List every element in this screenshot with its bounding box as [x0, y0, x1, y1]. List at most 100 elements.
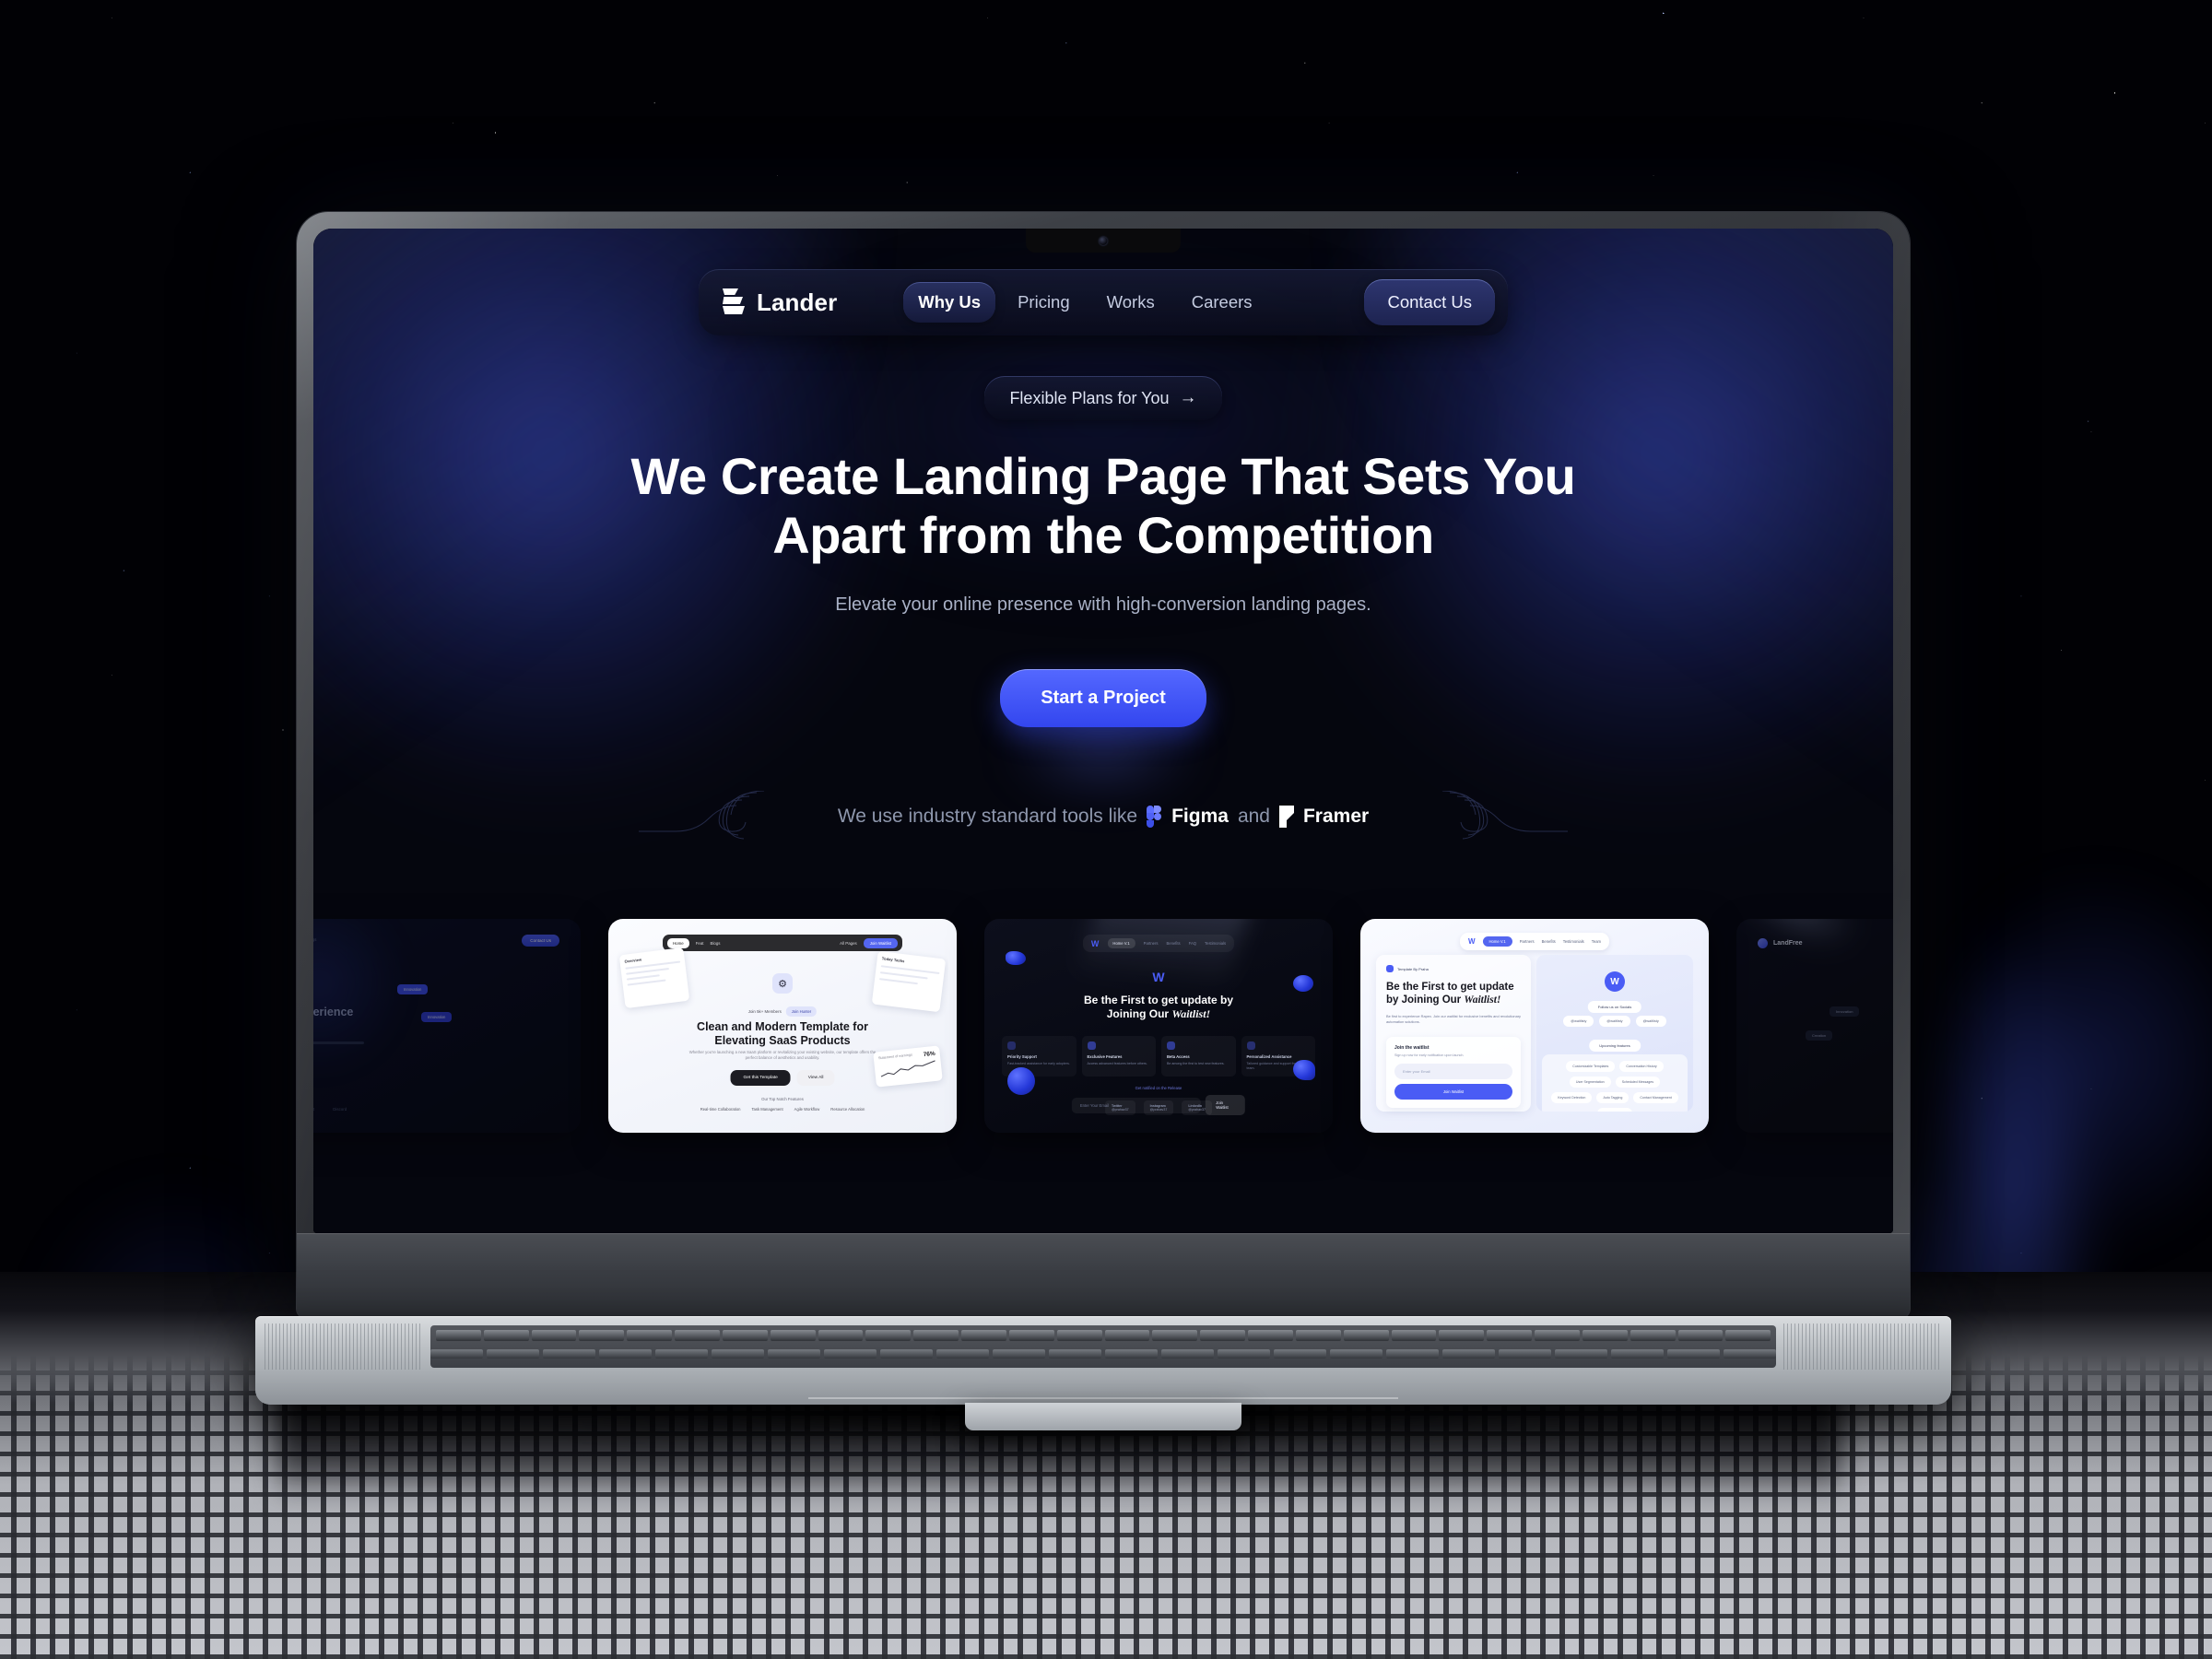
c4-socials: @waitlisty @waitlisty @waitlisty	[1544, 1016, 1686, 1027]
keyboard-row-2[interactable]	[430, 1349, 1776, 1370]
c4-join-button[interactable]: Join Waitlist	[1394, 1083, 1512, 1100]
c2-nav-1[interactable]: Blogs	[711, 941, 721, 946]
showcase-carousel[interactable]: Projects Careers Blogs Contact Us Digita…	[313, 874, 1893, 1178]
c3-headline: Be the First to get update by Joining Ou…	[993, 994, 1324, 1020]
c4-nav-2[interactable]: Testimonials	[1563, 939, 1584, 944]
c3-blob-4	[1293, 1060, 1315, 1080]
c3-social-0[interactable]: Twitter @prahav37	[1105, 1100, 1135, 1115]
c3-nav-0[interactable]: Partners	[1144, 941, 1159, 946]
site-navbar: Lander Why Us Pricing Works Careers Cont…	[699, 269, 1508, 335]
c3-headline-1: Be the First to get update by	[1083, 994, 1233, 1006]
c4-logo-icon: W	[1467, 937, 1476, 946]
laptop-lid: Lander Why Us Pricing Works Careers Cont…	[297, 212, 1910, 1318]
c4-headline: Be the First to get update by Joining Ou…	[1386, 981, 1521, 1006]
c3-nav-1[interactable]: Benefits	[1166, 941, 1180, 946]
c2-feature-0: Real-time Collaboration	[700, 1107, 741, 1112]
c3-feature-desc-1: Access advanced features before others.	[1087, 1062, 1147, 1065]
c4-social-2[interactable]: @waitlisty	[1635, 1016, 1666, 1027]
c4-email-input[interactable]: Enter your Email	[1394, 1063, 1512, 1079]
c3-feature-desc-0: Fast-tracked assistance for early adopte…	[1007, 1062, 1070, 1065]
trackpad-seam[interactable]	[808, 1397, 1398, 1399]
c1-headline-1: Digital Experience	[313, 1006, 354, 1018]
start-a-project-button[interactable]: Start a Project	[1000, 668, 1206, 727]
tools-strip: We use industry standard tools like Figm…	[313, 791, 1893, 842]
c3-blob-1	[1006, 951, 1026, 965]
c4-feature-7: API Integration	[1597, 1108, 1632, 1112]
c3-social-1[interactable]: Instagram @prahav37	[1143, 1100, 1174, 1115]
c1-nav-2[interactable]: Blogs	[313, 937, 316, 942]
showcase-card-saas-template[interactable]: Home Feat Blogs All Pages Join Waitlist …	[608, 919, 957, 1133]
c2-stat-label: Statement of earnings	[877, 1053, 913, 1061]
c4-feature-6: Contact Management	[1633, 1092, 1678, 1103]
nav-item-works[interactable]: Works	[1092, 282, 1170, 323]
brand-logo[interactable]: Lander	[723, 288, 837, 317]
c2-get-template-button[interactable]: Get this Template	[730, 1070, 791, 1086]
c4-social-1[interactable]: @waitlisty	[1599, 1016, 1630, 1027]
c2-nav-0[interactable]: Feat	[696, 941, 704, 946]
webcam-icon	[1099, 237, 1108, 245]
c2-nav-cta[interactable]: Join Waitlist	[863, 937, 898, 948]
screen-notch	[1026, 229, 1181, 253]
framer-icon	[1278, 806, 1294, 828]
c4-features-label: Upcoming features	[1589, 1040, 1641, 1052]
laptop-device: Lander Why Us Pricing Works Careers Cont…	[255, 212, 1951, 1430]
contact-us-button[interactable]: Contact Us	[1364, 279, 1495, 325]
laptop-chin	[297, 1233, 1910, 1318]
website-viewport: Lander Why Us Pricing Works Careers Cont…	[313, 229, 1893, 1233]
c2-buttons: Get this Template View All	[730, 1070, 835, 1086]
card-inner: Projects Careers Blogs Contact Us Digita…	[313, 927, 572, 1124]
showcase-card-waitlist-dark[interactable]: W Home V.1 Partners Benefits FAQ Testimo…	[984, 919, 1333, 1133]
c2-nav-home[interactable]: Home	[667, 937, 689, 948]
c3-navbar: W Home V.1 Partners Benefits FAQ Testimo…	[1082, 935, 1235, 952]
c2-headline-1: Clean and Modern Template for	[697, 1020, 868, 1033]
c2-nav-pages[interactable]: All Pages	[840, 941, 857, 946]
showcase-card-waitlist-light[interactable]: W Home V.1 Partners Benefits Testimonial…	[1360, 919, 1709, 1133]
c4-feature-4: Keyword Detection	[1551, 1092, 1593, 1103]
c3-feature-title-0: Priority Support	[1007, 1054, 1037, 1059]
flexible-plans-badge[interactable]: Flexible Plans for You →	[984, 376, 1222, 420]
c4-headline-accent: Waitlist!	[1464, 994, 1501, 1006]
c4-body: Be first to experience Rapex. Join our w…	[1386, 1014, 1521, 1024]
c4-nav-0[interactable]: Partners	[1520, 939, 1535, 944]
nav-item-why-us[interactable]: Why Us	[903, 282, 996, 323]
c3-headline-2: Joining Our	[1106, 1006, 1170, 1020]
lander-logo-icon	[723, 288, 745, 316]
nav-item-careers[interactable]: Careers	[1177, 282, 1267, 323]
hero-subtitle: Elevate your online presence with high-c…	[835, 594, 1371, 615]
laptop-screen: Lander Why Us Pricing Works Careers Cont…	[313, 229, 1893, 1233]
swirl-left-decoration	[638, 791, 764, 840]
c4-nav-home[interactable]: Home V.1	[1482, 936, 1512, 947]
c4-headline-1: Be the First to get update	[1386, 982, 1514, 993]
nav-links: Why Us Pricing Works Careers	[903, 282, 1266, 323]
c2-members-cta[interactable]: Join Hunter	[785, 1006, 818, 1017]
showcase-card-landfree[interactable]: LandFree Services Features Innovation Cr…	[1736, 919, 1893, 1133]
nav-item-pricing[interactable]: Pricing	[1003, 282, 1085, 323]
c3-social-2[interactable]: LinkedIn @prahav37	[1182, 1100, 1212, 1115]
c3-logo-icon: W	[1090, 938, 1100, 948]
c2-features: Real-time Collaboration Task Management …	[637, 1107, 928, 1112]
swirl-right-decoration	[1442, 791, 1569, 840]
c3-headline-accent: Waitlist!	[1171, 1006, 1211, 1020]
c3-blob-3	[1293, 975, 1313, 992]
c2-gear-icon: ⚙	[772, 973, 793, 994]
c2-view-all-button[interactable]: View All	[796, 1070, 835, 1086]
c4-badge: Template By Praha	[1386, 965, 1521, 972]
c3-nav-home[interactable]: Home V.1	[1107, 938, 1135, 948]
showcase-card-orbix[interactable]: Projects Careers Blogs Contact Us Digita…	[313, 919, 581, 1133]
c3-socials: Twitter @prahav37 Instagram @prahav37 Link…	[1105, 1100, 1212, 1115]
c1-nav: Projects Careers Blogs	[313, 937, 316, 942]
c3-nav-3[interactable]: Testimonials	[1205, 941, 1226, 946]
headline-line-1: We Create Landing Page That Sets You	[630, 447, 1576, 505]
tool-figma-label: Figma	[1171, 806, 1229, 827]
c1-contact-button[interactable]: Contact Us	[522, 935, 559, 947]
page-title: We Create Landing Page That Sets You Apa…	[313, 447, 1893, 565]
c2-stat-value: 76%	[923, 1050, 936, 1059]
tool-framer-label: Framer	[1302, 806, 1370, 827]
c4-social-0[interactable]: @waitlisty	[1563, 1016, 1594, 1027]
c1-tag-0: Innovation	[397, 984, 429, 994]
c4-nav-1[interactable]: Benefits	[1542, 939, 1556, 944]
c2-feature-2: Agile Workflow	[794, 1107, 820, 1112]
c3-nav-2[interactable]: FAQ	[1189, 941, 1196, 946]
c5-brand-name: LandFree	[1773, 940, 1803, 947]
c4-nav-3[interactable]: Team	[1592, 939, 1601, 944]
